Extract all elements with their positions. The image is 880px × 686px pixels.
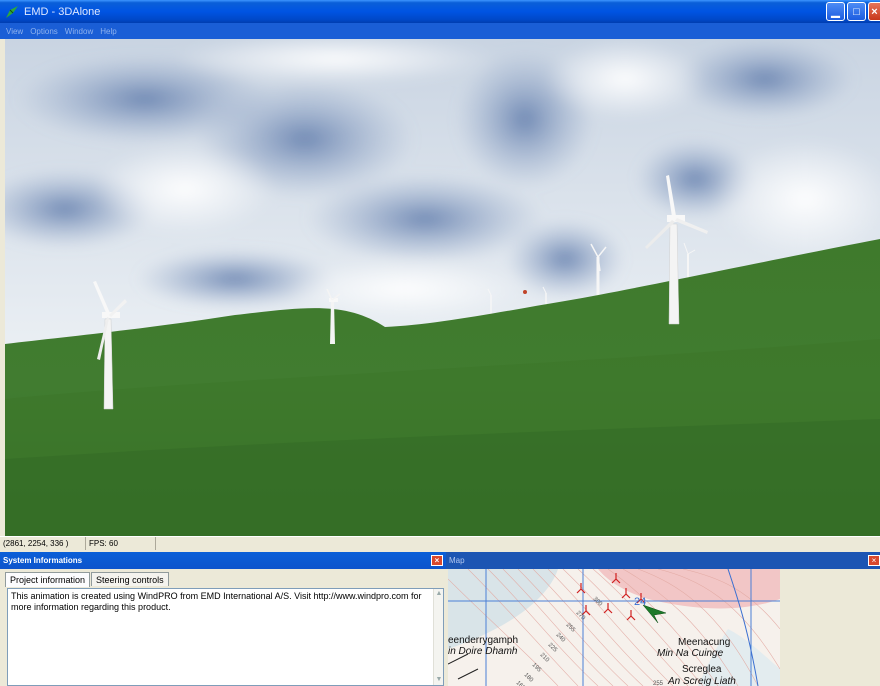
project-info-text: This animation is created using WindPRO … [11, 591, 422, 612]
topo-map-svg: 24 300 270 255 240 225 210 195 180 165 2… [448, 569, 780, 686]
status-empty [156, 537, 880, 550]
map-title: Map [449, 556, 465, 565]
fps-readout: FPS: 60 [86, 537, 156, 550]
place-label: Screglea [682, 664, 722, 675]
close-button[interactable]: × [868, 2, 880, 21]
menu-bar: View Options Window Help [0, 23, 880, 39]
maximize-icon: □ [853, 5, 860, 18]
system-info-tabs: Project information Steering controls [0, 569, 446, 587]
tab-project-information[interactable]: Project information [5, 572, 91, 587]
place-label: Min Na Cuinge [657, 648, 724, 659]
contour-label: 255 [653, 681, 664, 686]
app-icon [6, 5, 18, 18]
close-icon: × [871, 556, 877, 565]
place-label: An Screig Liath [667, 676, 736, 686]
place-label: in Doire Dhamh [448, 646, 518, 657]
status-bar: (2861, 2254, 336 ) FPS: 60 [0, 536, 880, 550]
maximize-button[interactable]: □ [847, 2, 866, 21]
system-info-header: System Informations × [0, 552, 446, 569]
menu-options[interactable]: Options [30, 27, 58, 36]
menu-view[interactable]: View [6, 27, 23, 36]
close-icon: × [434, 556, 440, 565]
tab-steering-controls[interactable]: Steering controls [91, 572, 169, 586]
menu-help[interactable]: Help [100, 27, 116, 36]
system-info-title: System Informations [3, 556, 83, 565]
minimize-icon: ▁ [831, 6, 840, 18]
title-bar: EMD - 3DAlone ▁ □ × [0, 0, 880, 23]
system-info-panel: System Informations × Project informatio… [0, 552, 446, 686]
menu-window[interactable]: Window [65, 27, 93, 36]
minimize-button[interactable]: ▁ [826, 2, 845, 21]
scroll-up-icon[interactable]: ▲ [435, 590, 443, 598]
coordinates-readout: (2861, 2254, 336 ) [0, 537, 86, 550]
map-close-button[interactable]: × [868, 555, 880, 566]
map-panel: Map × 24 300 270 255 240 225 210 195 180… [446, 552, 880, 686]
textarea-scrollbar[interactable]: ▲ ▼ [433, 589, 443, 685]
close-icon: × [871, 5, 878, 18]
place-label: eenderrygamph [448, 635, 518, 646]
scene-svg [5, 39, 880, 536]
window-title: EMD - 3DAlone [24, 5, 101, 18]
place-label: Meenacung [678, 637, 730, 648]
topo-map[interactable]: 24 300 270 255 240 225 210 195 180 165 2… [448, 569, 780, 686]
map-header: Map × [446, 552, 880, 569]
3d-viewport[interactable] [5, 39, 880, 536]
system-info-close-button[interactable]: × [431, 555, 443, 566]
scroll-down-icon[interactable]: ▼ [435, 676, 443, 684]
project-info-textarea[interactable]: This animation is created using WindPRO … [7, 588, 444, 686]
